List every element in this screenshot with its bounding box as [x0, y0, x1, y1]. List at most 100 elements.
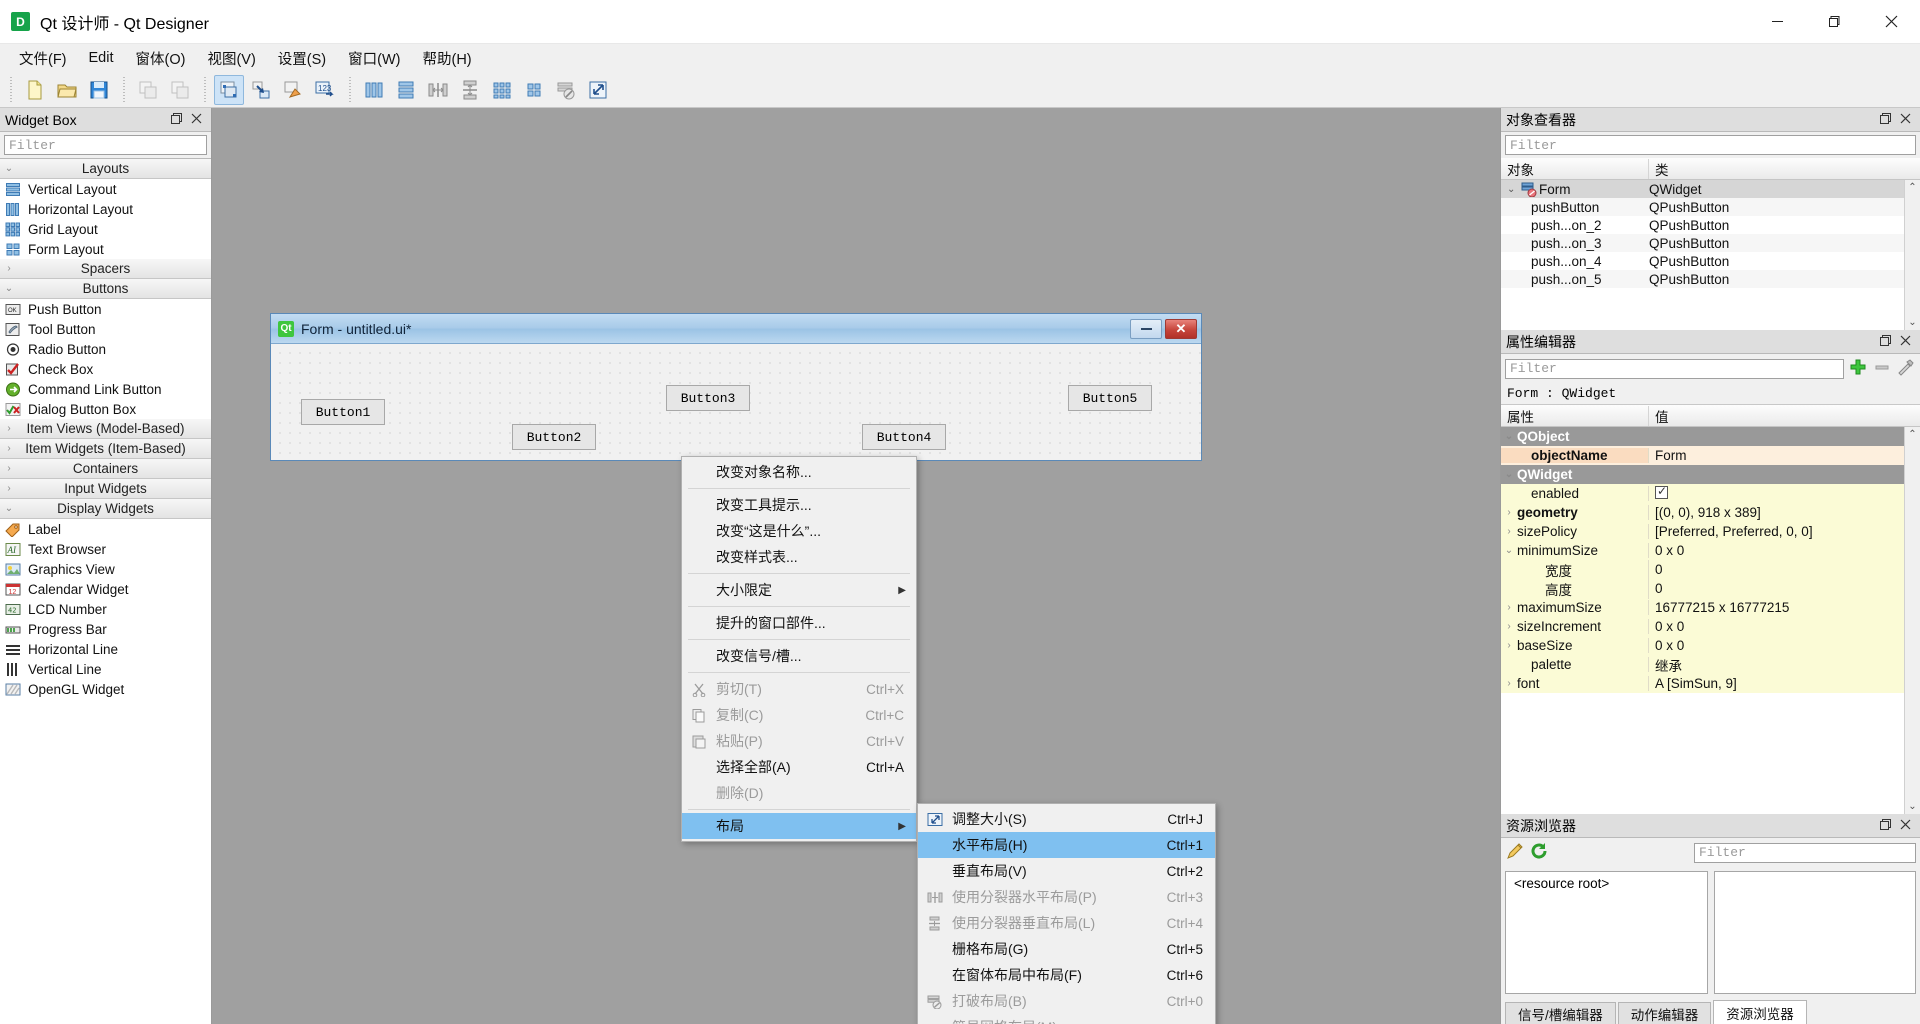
widget-category-spacers[interactable]: › Spacers [0, 259, 211, 279]
context-menu-item-9[interactable]: 复制(C) Ctrl+C [682, 702, 916, 728]
chevron-right-icon[interactable]: › [1501, 678, 1517, 689]
property-value[interactable]: [(0, 0), 918 x 389] [1649, 505, 1904, 520]
resource-browser-filter[interactable]: Filter [1694, 842, 1916, 863]
chevron-right-icon[interactable]: › [1501, 621, 1517, 632]
chevron-down-icon[interactable]: ⌄ [1501, 431, 1517, 442]
scroll-down-icon[interactable]: ⌄ [1908, 801, 1916, 812]
context-menu-item-3[interactable]: 改变“这是什么”... [682, 518, 916, 544]
property-row-[interactable]: 高度 0 [1501, 578, 1904, 599]
resource-preview-pane[interactable] [1713, 871, 1916, 994]
property-value[interactable] [1649, 485, 1904, 502]
bottom-dock-tabs[interactable]: 信号/槽编辑器 动作编辑器 资源浏览器 [1501, 998, 1920, 1024]
context-menu-item-2[interactable]: 改变工具提示... [682, 492, 916, 518]
layout-grid-icon[interactable] [487, 75, 517, 105]
edit-widgets-icon[interactable] [214, 74, 244, 105]
float-icon[interactable] [171, 113, 182, 126]
property-value[interactable]: 继承 [1649, 655, 1904, 675]
layout-submenu-item-7[interactable]: 在窗体布局中布局(F) Ctrl+6 [918, 962, 1215, 988]
object-inspector-grid[interactable]: ⌄ Form QWidget pushButton QPushButton push...… [1501, 180, 1920, 330]
widget-item-opengl-widget[interactable]: OpenGL Widget [0, 679, 211, 699]
design-canvas[interactable]: Qt Form - untitled.ui* ✕ Button1 Button2 B… [212, 108, 1500, 1024]
property-row-minimumSize[interactable]: ⌄ minimumSize 0 x 0 [1501, 541, 1904, 560]
property-value[interactable]: 0 x 0 [1649, 638, 1904, 653]
resource-tree-pane[interactable]: <resource root> [1505, 871, 1708, 994]
widget-context-menu[interactable]: 改变对象名称... 改变工具提示... 改变“这是什么”... 改变样式表... 大小限… [681, 456, 917, 842]
property-row-[interactable]: 宽度 0 [1501, 559, 1904, 580]
object-row-pushon_5[interactable]: push...on_5 QPushButton [1501, 270, 1904, 288]
object-inspector-filter[interactable]: Filter [1505, 135, 1916, 155]
layout-submenu-item-3[interactable]: 垂直布局(V) Ctrl+2 [918, 858, 1215, 884]
form-minimize-button[interactable] [1130, 318, 1162, 339]
property-editor-filter[interactable]: Filter [1505, 358, 1844, 379]
layout-vertical-icon[interactable] [391, 75, 421, 105]
context-menu-item-6[interactable]: 提升的窗口部件... [682, 610, 916, 636]
form-push-button-2[interactable]: Button2 [512, 424, 596, 450]
remove-property-icon[interactable] [1872, 357, 1892, 380]
property-editor-rows[interactable]: ⌄QObjectobjectNameForm⌄QWidgetenabled›ge… [1501, 427, 1904, 814]
configure-property-icon[interactable] [1896, 357, 1916, 380]
context-menu-item-11[interactable]: 选择全部(A) Ctrl+A [682, 754, 916, 780]
property-row-enabled[interactable]: enabled [1501, 484, 1904, 503]
widget-category-input-widgets[interactable]: › Input Widgets [0, 479, 211, 499]
chevron-right-icon[interactable]: › [1501, 526, 1517, 537]
scroll-down-icon[interactable]: ⌄ [1908, 317, 1916, 328]
float-icon[interactable] [1880, 335, 1891, 348]
widget-item-tool-button[interactable]: Tool Button [0, 319, 211, 339]
property-row-sizePolicy[interactable]: › sizePolicy [Preferred, Preferred, 0, 0] [1501, 522, 1904, 541]
menu-item-3[interactable]: 窗体(O) [125, 44, 197, 73]
close-icon[interactable] [191, 113, 202, 126]
open-form-icon[interactable] [52, 75, 82, 105]
widget-category-item-views-model-based[interactable]: › Item Views (Model-Based) [0, 419, 211, 439]
property-row-sizeIncrement[interactable]: › sizeIncrement 0 x 0 [1501, 617, 1904, 636]
property-row-geometry[interactable]: › geometry [(0, 0), 918 x 389] [1501, 503, 1904, 522]
form-canvas[interactable]: Button1 Button2 Button3 Button4 Button5 [271, 344, 1201, 460]
widget-item-grid-layout[interactable]: Grid Layout [0, 219, 211, 239]
widget-item-progress-bar[interactable]: Progress Bar [0, 619, 211, 639]
widget-item-calendar-widget[interactable]: 12 Calendar Widget [0, 579, 211, 599]
reload-icon[interactable] [1529, 841, 1549, 864]
menu-item-6[interactable]: 窗口(W) [337, 44, 411, 73]
widget-item-form-layout[interactable]: Form Layout [0, 239, 211, 259]
property-editor-scrollbar[interactable]: ⌃ ⌄ [1904, 427, 1920, 814]
property-row-QWidget[interactable]: ⌄ QWidget [1501, 465, 1904, 484]
property-row-palette[interactable]: palette 继承 [1501, 655, 1904, 674]
form-close-button[interactable]: ✕ [1165, 318, 1197, 339]
widget-item-graphics-view[interactable]: Graphics View [0, 559, 211, 579]
property-value[interactable]: 0 [1649, 562, 1904, 577]
object-inspector-scrollbar[interactable]: ⌃ ⌄ [1904, 180, 1920, 330]
new-form-icon[interactable] [20, 75, 50, 105]
layout-submenu-item-2[interactable]: 水平布局(H) Ctrl+1 [918, 832, 1215, 858]
add-property-icon[interactable] [1848, 357, 1868, 380]
widget-item-lcd-number[interactable]: 42 LCD Number [0, 599, 211, 619]
chevron-down-icon[interactable]: ⌄ [1501, 545, 1517, 556]
widget-category-display-widgets[interactable]: ⌄ Display Widgets [0, 499, 211, 519]
adjust-size-icon[interactable] [583, 75, 613, 105]
menu-item-2[interactable]: Edit [78, 46, 125, 70]
scroll-up-icon[interactable]: ⌃ [1908, 182, 1916, 193]
context-menu-item-4[interactable]: 改变样式表... [682, 544, 916, 570]
layout-submenu-item-5[interactable]: 使用分裂器垂直布局(L) Ctrl+4 [918, 910, 1215, 936]
maximize-button[interactable] [1806, 0, 1863, 44]
scroll-up-icon[interactable]: ⌃ [1908, 429, 1916, 440]
layout-submenu-item-4[interactable]: 使用分裂器水平布局(P) Ctrl+3 [918, 884, 1215, 910]
chevron-right-icon[interactable]: › [1501, 507, 1517, 518]
save-form-icon[interactable] [84, 75, 114, 105]
widget-item-check-box[interactable]: Check Box [0, 359, 211, 379]
object-row-pushon_4[interactable]: push...on_4 QPushButton [1501, 252, 1904, 270]
bottom-tab-3[interactable]: 资源浏览器 [1713, 1000, 1807, 1024]
layout-submenu-item-6[interactable]: 栅格布局(G) Ctrl+5 [918, 936, 1215, 962]
context-menu-item-12[interactable]: 删除(D) [682, 780, 916, 806]
layout-submenu-item-1[interactable]: 调整大小(S) Ctrl+J [918, 806, 1215, 832]
context-menu-item-8[interactable]: 剪切(T) Ctrl+X [682, 676, 916, 702]
context-menu-item-5[interactable]: 大小限定 ▶ [682, 577, 916, 603]
context-menu-item-13[interactable]: 布局 ▶ [682, 813, 916, 839]
layout-splitter-horizontal-icon[interactable] [423, 75, 453, 105]
close-icon[interactable] [1900, 113, 1911, 126]
layout-submenu-item-8[interactable]: 打破布局(B) Ctrl+0 [918, 988, 1215, 1014]
context-menu-item-1[interactable]: 改变对象名称... [682, 459, 916, 485]
close-button[interactable] [1863, 0, 1920, 44]
object-row-pushon_2[interactable]: push...on_2 QPushButton [1501, 216, 1904, 234]
widget-item-command-link-button[interactable]: Command Link Button [0, 379, 211, 399]
form-push-button-4[interactable]: Button4 [862, 424, 946, 450]
float-icon[interactable] [1880, 819, 1891, 832]
